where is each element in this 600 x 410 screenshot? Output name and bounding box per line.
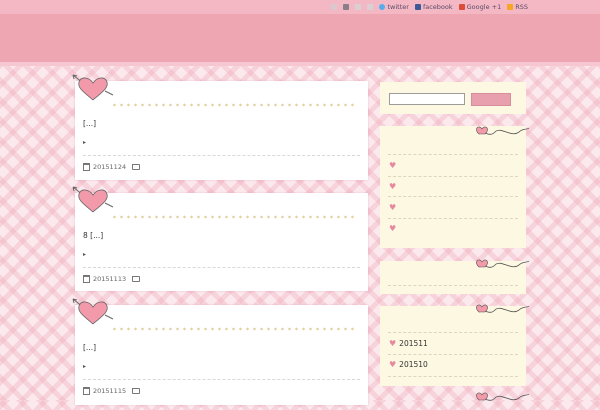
widget-divider <box>388 218 518 219</box>
dotted-divider <box>111 215 358 219</box>
archive-label: 201510 <box>399 360 428 369</box>
heart-arrow-icon <box>72 186 114 213</box>
sidebar-widget: ♥ ♥ ♥ ♥ <box>380 126 530 248</box>
twitter-icon <box>379 4 386 10</box>
post-meta: 20151113 <box>83 275 141 283</box>
widget-divider <box>388 176 518 177</box>
post-meta: 20151115 <box>83 387 141 395</box>
post-card: [...] ▸ 20151115 <box>72 298 368 405</box>
archive-label: 201511 <box>399 339 428 348</box>
calendar-icon <box>83 387 90 395</box>
dotted-divider <box>111 327 358 331</box>
facebook-label: facebook <box>422 3 453 11</box>
folder-icon[interactable] <box>132 388 141 394</box>
read-more-bullet[interactable]: ▸ <box>83 363 86 370</box>
googleplus-icon <box>458 4 465 10</box>
widget-divider <box>388 332 518 333</box>
site-icon-1[interactable] <box>331 4 338 10</box>
post-excerpt: 8 [...] <box>83 231 104 240</box>
twitter-link[interactable]: twitter <box>379 3 409 11</box>
header-banner <box>0 14 600 62</box>
widget-divider <box>388 154 518 155</box>
heart-bullet-icon: ♥ <box>389 182 397 191</box>
post-date: 20151115 <box>93 387 127 395</box>
widget-divider <box>388 196 518 197</box>
heart-arrow-icon <box>72 74 114 101</box>
rss-link[interactable]: RSS <box>507 3 528 11</box>
googleplus-link[interactable]: Google +1 <box>458 3 502 11</box>
meta-divider <box>83 155 360 156</box>
meta-divider <box>83 379 360 380</box>
post-date: 20151113 <box>93 275 127 283</box>
read-more-bullet[interactable]: ▸ <box>83 139 86 146</box>
googleplus-label: Google +1 <box>466 3 502 11</box>
heart-bullet-icon: ♥ <box>389 203 397 212</box>
site-icon-4[interactable] <box>367 4 374 10</box>
widget-divider <box>388 285 518 286</box>
facebook-icon <box>414 4 421 10</box>
post-card: [...] ▸ 20151124 <box>72 74 368 180</box>
rss-label: RSS <box>515 3 528 11</box>
heart-bullet-icon: ♥ <box>389 360 397 369</box>
heart-arrow-icon <box>476 126 530 135</box>
meta-divider <box>83 267 360 268</box>
heart-bullet-icon: ♥ <box>389 339 397 348</box>
heart-bullet-icon: ♥ <box>389 224 397 233</box>
heart-arrow-icon <box>476 304 530 313</box>
archive-link-201511[interactable]: ♥ 201511 <box>389 339 428 348</box>
calendar-icon <box>83 275 90 283</box>
site-icon-3[interactable] <box>355 4 362 10</box>
post-date: 20151124 <box>93 163 127 171</box>
dotted-divider <box>111 103 358 107</box>
facebook-link[interactable]: facebook <box>414 3 453 11</box>
header-banner-edge <box>0 62 600 66</box>
post-excerpt: [...] <box>83 119 97 128</box>
folder-icon[interactable] <box>132 164 141 170</box>
read-more-bullet[interactable]: ▸ <box>83 251 86 258</box>
post-card: 8 [...] ▸ 20151113 <box>72 186 368 291</box>
calendar-icon <box>83 163 90 171</box>
search-button[interactable] <box>471 93 511 106</box>
post-excerpt: [...] <box>83 343 97 352</box>
sidebar-widget <box>380 259 530 294</box>
widget-divider <box>388 376 518 377</box>
folder-icon[interactable] <box>132 276 141 282</box>
twitter-label: twitter <box>387 3 409 11</box>
search-input[interactable] <box>389 93 465 105</box>
heart-arrow-icon <box>476 259 530 268</box>
widget-divider <box>388 354 518 355</box>
heart-arrow-icon <box>476 392 530 401</box>
rss-icon <box>507 4 514 10</box>
heart-arrow-icon <box>72 298 114 325</box>
site-icon-2[interactable] <box>343 4 350 10</box>
archives-widget: ♥ 201511 ♥ 201510 <box>380 304 530 386</box>
search-widget <box>380 82 526 114</box>
top-bar: twitter facebook Google +1 RSS <box>0 0 600 14</box>
archive-link-201510[interactable]: ♥ 201510 <box>389 360 428 369</box>
heart-bullet-icon: ♥ <box>389 161 397 170</box>
post-meta: 20151124 <box>83 163 141 171</box>
